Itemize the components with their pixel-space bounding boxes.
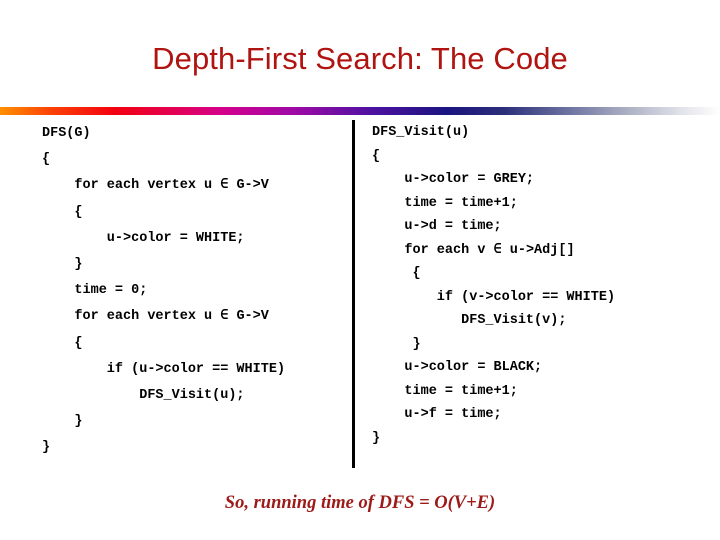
code-line: u->color = GREY; — [372, 172, 535, 187]
code-line: { — [42, 204, 83, 220]
code-block-dfs-visit: DFS_Visit(u) { u->color = GREY; time = ti… — [372, 121, 712, 450]
code-line: { — [42, 335, 83, 351]
code-line: for each vertex u ∈ G->V — [42, 178, 269, 194]
code-line: u->f = time; — [372, 407, 502, 422]
code-line: DFS_Visit(u); — [42, 388, 245, 404]
code-line: if (v->color == WHITE) — [372, 289, 616, 305]
slide-canvas: Depth-First Search: The Code DFS(G) { for… — [0, 0, 720, 540]
code-line: if (u->color == WHITE) — [42, 361, 286, 377]
running-time-note: So, running time of DFS = O(V+E) — [224, 493, 496, 513]
code-line: { — [42, 152, 51, 168]
code-line: } — [372, 336, 421, 352]
code-line: for each vertex u ∈ G->V — [42, 309, 269, 325]
code-line: u->color = WHITE; — [42, 230, 245, 246]
code-block-dfs: DFS(G) { for each vertex u ∈ G->V { u->co… — [42, 121, 342, 462]
code-line: } — [42, 440, 51, 456]
code-line: DFS(G) — [42, 126, 91, 141]
code-line: { — [372, 266, 421, 281]
code-line: } — [42, 414, 83, 430]
code-line: DFS_Visit(v); — [372, 313, 567, 328]
code-line: time = time+1; — [372, 195, 518, 211]
code-line: DFS_Visit(u) — [372, 125, 470, 140]
column-divider-line — [352, 120, 355, 468]
code-line: { — [372, 148, 381, 164]
code-line: } — [372, 430, 381, 446]
code-line: u->color = BLACK; — [372, 360, 543, 375]
code-line: u->d = time; — [372, 219, 502, 234]
code-line: time = time+1; — [372, 383, 518, 399]
code-line: } — [42, 257, 83, 273]
code-line: for each v ∈ u->Adj[] — [372, 242, 575, 258]
title-gradient-divider — [0, 107, 720, 115]
code-line: time = 0; — [42, 283, 148, 299]
page-title: Depth-First Search: The Code — [152, 41, 568, 76]
